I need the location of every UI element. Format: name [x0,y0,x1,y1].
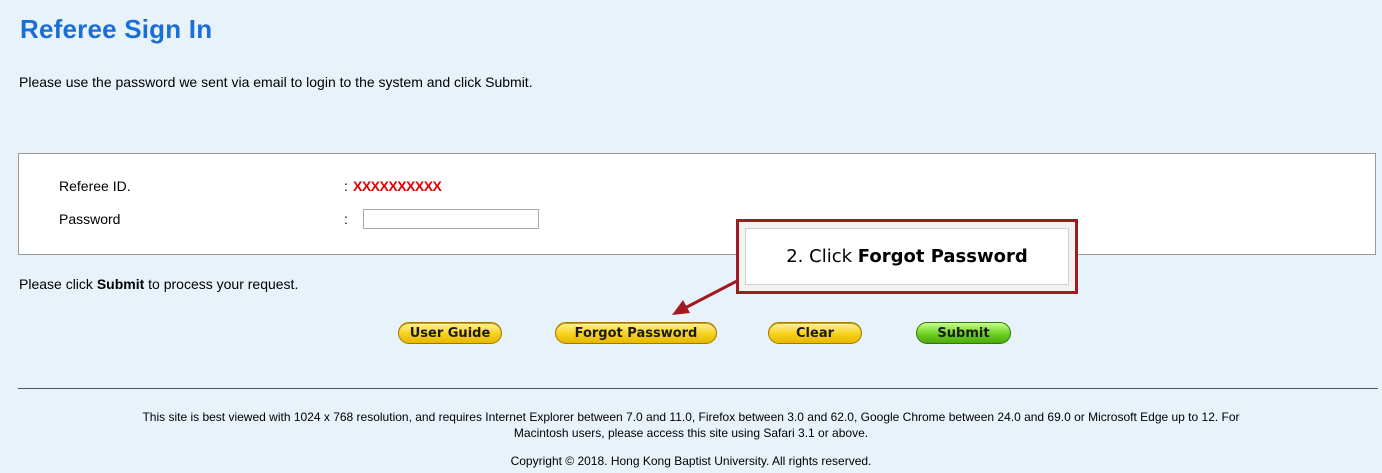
footer-copyright: Copyright © 2018. Hong Kong Baptist Univ… [510,454,872,468]
callout-strong: Forgot Password [857,246,1028,267]
forgot-password-button[interactable]: Forgot Password [555,322,717,344]
password-input[interactable] [363,209,539,229]
note-prefix: Please click [19,276,97,292]
footer-compat-line2: Macintosh users, please access this site… [513,426,869,440]
user-guide-button[interactable]: User Guide [398,322,502,344]
note-strong: Submit [96,276,145,292]
referee-id-label: Referee ID. [59,178,131,194]
callout-text: 2. Click Forgot Password [745,228,1069,285]
sign-in-panel: Referee ID. : XXXXXXXXXX Password : [18,153,1376,255]
referee-id-value: XXXXXXXXXX [353,178,442,194]
intro-text: Please use the password we sent via emai… [19,74,533,90]
footer-compat-line1: This site is best viewed with 1024 x 768… [142,410,1240,424]
password-colon: : [344,211,348,227]
page-title: Referee Sign In [20,14,213,44]
password-label: Password [59,211,121,227]
callout-prefix: 2. Click [786,246,853,267]
referee-id-colon: : [344,178,348,194]
submit-note: Please click Submit to process your requ… [19,276,298,292]
footer-divider [18,388,1378,389]
instruction-callout: 2. Click Forgot Password [736,219,1078,294]
note-suffix: to process your request. [144,276,299,292]
submit-button[interactable]: Submit [916,322,1011,344]
clear-button[interactable]: Clear [768,322,862,344]
